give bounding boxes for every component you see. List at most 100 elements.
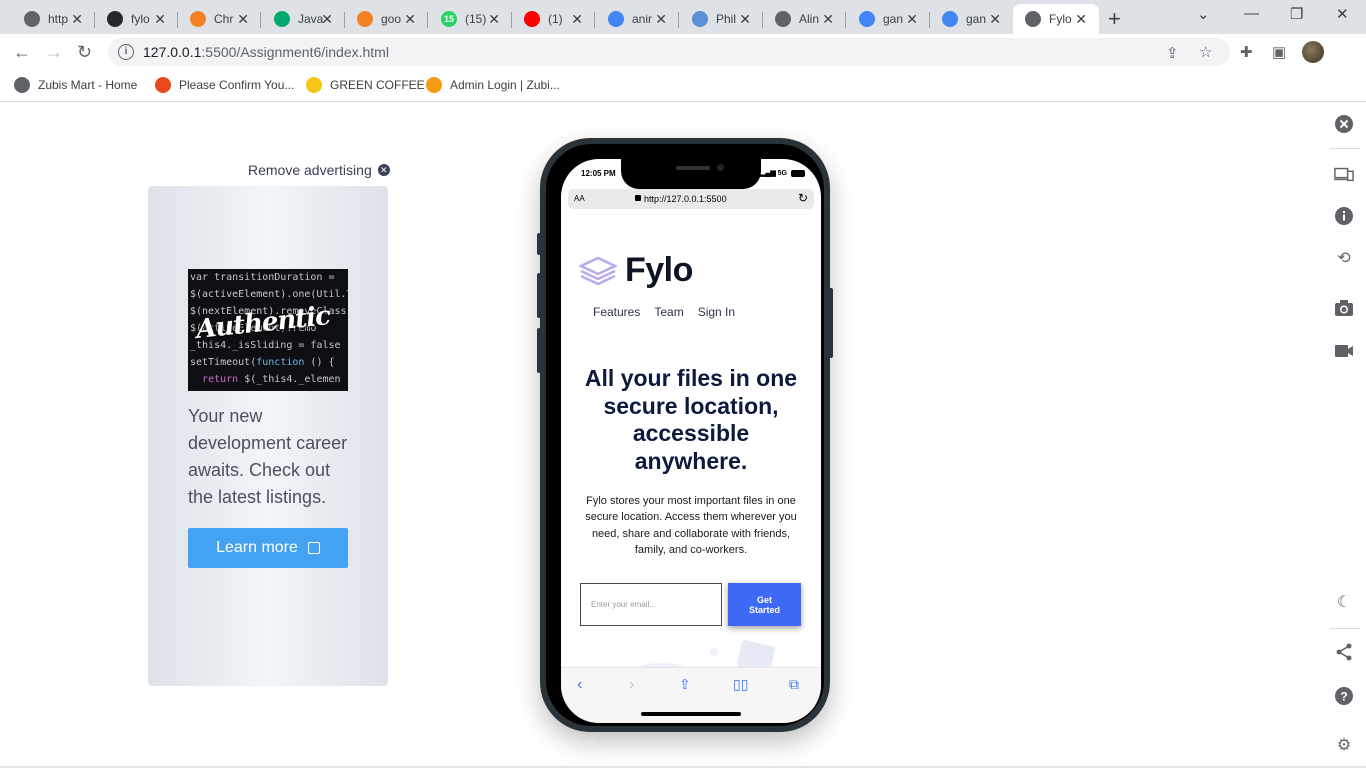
w3schools-icon (274, 11, 290, 27)
tab-close-icon[interactable]: ✕ (488, 11, 500, 27)
remove-advertising-link[interactable]: Remove advertising ✕ (248, 162, 390, 178)
address-url[interactable]: 127.0.0.1:5500/Assignment6/index.html (143, 44, 389, 60)
tab-close-icon[interactable]: ✕ (571, 11, 583, 27)
site-info-icon[interactable]: i (118, 44, 134, 60)
mobile-address-bar[interactable]: AA http://127.0.0.1:5500 ↻ (568, 189, 814, 209)
mobile-reload-icon[interactable]: ↻ (798, 191, 808, 205)
safari-share-icon[interactable]: ⇪ (679, 676, 691, 693)
forward-button[interactable]: → (45, 42, 63, 62)
maximize-button[interactable]: ❐ (1290, 5, 1303, 23)
text-size-button[interactable]: AA (574, 194, 585, 203)
fylo-logo[interactable]: Fylo (579, 251, 693, 290)
profile-avatar[interactable] (1302, 41, 1324, 63)
hero-description: Fylo stores your most important files in… (585, 495, 797, 556)
status-indicators: ▂▄▆ 5G (760, 169, 805, 177)
whatsapp-icon: 15 (441, 11, 457, 27)
browser-tab[interactable]: Chr ✕ (178, 4, 261, 34)
ad-body-text[interactable]: Your new development career awaits. Chec… (188, 403, 358, 511)
video-icon[interactable] (1334, 341, 1354, 361)
browser-tab[interactable]: fylo ✕ (95, 4, 178, 34)
globe-icon (775, 11, 791, 27)
tab-close-icon[interactable]: ✕ (655, 11, 667, 27)
devices-icon[interactable] (1334, 164, 1354, 184)
tab-close-icon[interactable]: ✕ (321, 11, 333, 27)
browser-tab[interactable]: Phil ✕ (680, 4, 763, 34)
brand-name: Fylo (625, 251, 693, 289)
bookmark-item[interactable]: GREEN COFFEE (306, 77, 425, 93)
browser-tab[interactable]: gan ✕ (930, 4, 1013, 34)
learn-more-button[interactable]: Learn more (188, 528, 348, 568)
browser-tab[interactable]: goo ✕ (345, 4, 428, 34)
tab-close-icon[interactable]: ✕ (822, 11, 834, 27)
nav-team[interactable]: Team (654, 305, 683, 319)
mobile-url[interactable]: http://127.0.0.1:5500 (644, 194, 727, 204)
settings-icon[interactable]: ⚙ (1334, 735, 1354, 755)
tab-close-icon[interactable]: ✕ (906, 11, 918, 27)
address-bar[interactable]: i 127.0.0.1:5500/Assignment6/index.html … (108, 38, 1230, 66)
nav-sign-in[interactable]: Sign In (698, 305, 735, 319)
browser-tab[interactable]: 15 (15) ✕ (429, 4, 512, 34)
globe-icon (14, 77, 30, 93)
email-input[interactable]: Enter your email... (580, 583, 722, 626)
get-started-button[interactable]: Get Started (728, 583, 801, 626)
extensions-icon[interactable]: ✚ (1240, 43, 1253, 61)
dark-mode-icon[interactable]: ☾ (1334, 592, 1354, 612)
tab-close-icon[interactable]: ✕ (1075, 11, 1087, 27)
share-icon[interactable] (1334, 642, 1354, 662)
safari-tabs-icon[interactable]: ⧉ (789, 676, 799, 693)
bookmark-item[interactable]: Please Confirm You... (155, 77, 294, 93)
back-button[interactable]: ← (13, 42, 31, 62)
safari-back-icon[interactable]: ‹ (577, 676, 582, 694)
browser-tab[interactable]: http ✕ (12, 4, 95, 34)
tab-separator (845, 12, 846, 28)
side-panel-icon[interactable]: ▣ (1272, 43, 1286, 61)
browser-tab[interactable]: anir ✕ (596, 4, 679, 34)
tab-close-icon[interactable]: ✕ (739, 11, 751, 27)
tab-close-icon[interactable]: ✕ (237, 11, 249, 27)
remove-advertising-label: Remove advertising (248, 162, 372, 178)
rotate-icon[interactable]: ⟲ (1334, 248, 1354, 268)
ad-image[interactable]: var transitionDuration = $(activeElement… (188, 269, 348, 391)
tab-separator (594, 12, 595, 28)
bookmark-star-icon[interactable]: ☆ (1199, 43, 1212, 61)
shop-icon (155, 77, 171, 93)
tab-close-icon[interactable]: ✕ (71, 11, 83, 27)
phone-volume-down (537, 328, 541, 373)
tab-close-icon[interactable]: ✕ (404, 11, 416, 27)
panel-divider (1330, 628, 1360, 629)
google-icon (608, 11, 624, 27)
bookmark-label: GREEN COFFEE (330, 78, 425, 92)
bookmark-label: Admin Login | Zubi... (450, 78, 560, 92)
browser-tab[interactable]: Java ✕ (262, 4, 345, 34)
browser-tab[interactable]: Alin ✕ (763, 4, 846, 34)
bookmarks-bar: Zubis Mart - Home Please Confirm You... GR… (0, 70, 1366, 102)
tab-close-icon[interactable]: ✕ (154, 11, 166, 27)
bookmark-item[interactable]: Zubis Mart - Home (14, 77, 137, 93)
close-icon[interactable] (1334, 114, 1354, 134)
tab-separator (678, 12, 679, 28)
help-icon[interactable]: ? (1334, 686, 1354, 706)
nav-features[interactable]: Features (593, 305, 640, 319)
tab-strip: http ✕ fylo ✕ Chr ✕ Java ✕ goo ✕ 15 (15) ✕ (1) ✕ anir ✕ P… (0, 0, 1366, 34)
close-window-button[interactable]: ✕ (1336, 5, 1349, 23)
get-started-label: Get Started (748, 594, 780, 615)
browser-tab[interactable]: Fylo ✕ (1013, 4, 1099, 34)
network-label: 5G (777, 169, 787, 177)
home-indicator (641, 712, 741, 716)
phone-screen: 12:05 PM ▂▄▆ 5G AA http://127.0.0.1:5500… (561, 159, 821, 723)
browser-tab[interactable]: (1) ✕ (512, 4, 595, 34)
safari-bookmarks-icon[interactable]: ▯▯ (733, 676, 748, 693)
bookmark-label: Zubis Mart - Home (38, 78, 138, 92)
camera-icon[interactable] (1334, 298, 1354, 318)
tab-search-icon[interactable]: ⌄ (1197, 5, 1210, 23)
tab-close-icon[interactable]: ✕ (989, 11, 1001, 27)
reload-button[interactable]: ↻ (77, 42, 92, 62)
bookmark-item[interactable]: Admin Login | Zubi... (426, 77, 560, 93)
minimize-button[interactable]: — (1244, 5, 1259, 22)
signal-icon: ▂▄▆ (759, 170, 778, 177)
safari-forward-icon[interactable]: › (629, 676, 634, 694)
new-tab-button[interactable]: + (1108, 6, 1121, 32)
info-icon[interactable] (1334, 206, 1354, 226)
share-page-icon[interactable]: ⇪ (1166, 44, 1179, 62)
browser-tab[interactable]: gan ✕ (847, 4, 930, 34)
